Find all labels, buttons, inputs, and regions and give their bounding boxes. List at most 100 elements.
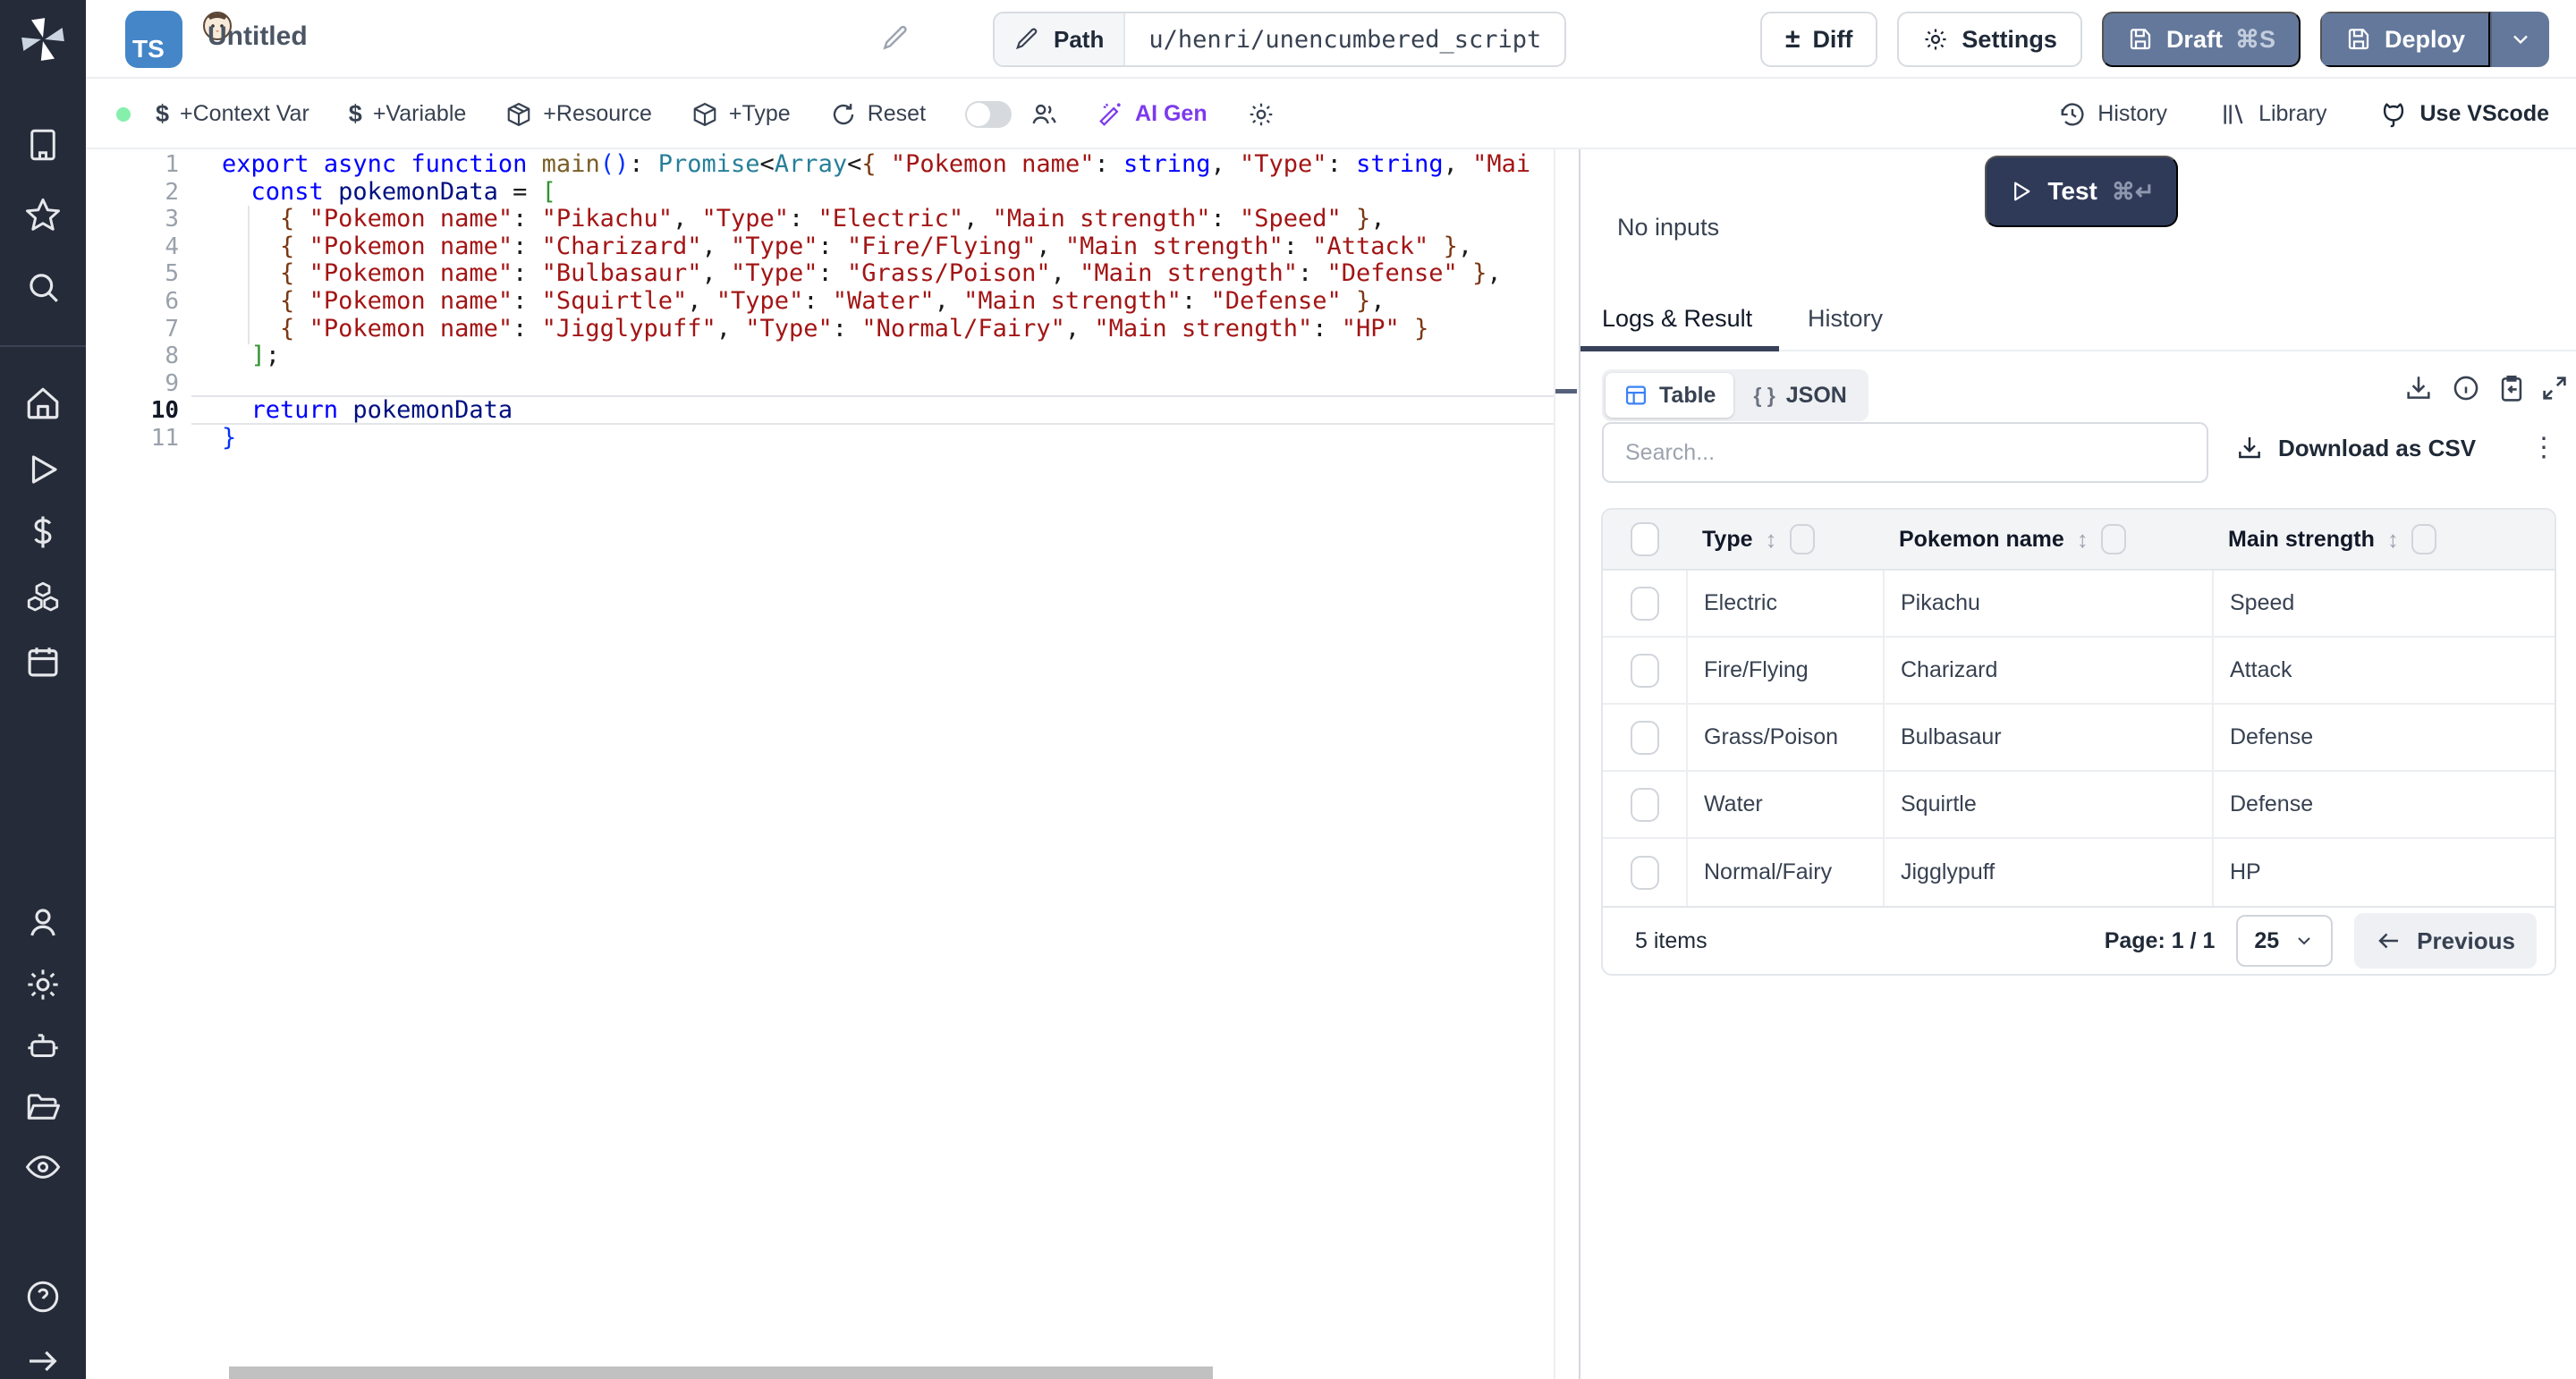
history-button[interactable]: History [2058,100,2167,129]
sort-icon[interactable]: ↕ [1766,526,1777,554]
path-label: Path [1054,26,1104,54]
editor-toolbar: $ +Context Var $ +Variable +Resource +Ty… [86,80,2576,149]
code-line[interactable]: 2 const pokemonData = [ [86,179,1554,207]
code-line[interactable]: 8 ]; [86,343,1554,370]
cell-type: Normal/Fairy [1686,839,1883,906]
add-context-var-button[interactable]: $ +Context Var [156,100,309,128]
horizontal-scrollbar-thumb[interactable] [229,1366,1213,1379]
workspace-building-icon[interactable] [24,126,62,164]
test-button[interactable]: Test ⌘↵ [1985,156,2178,227]
result-tabbar: Logs & Result History [1580,292,2576,351]
expand-fullscreen-icon[interactable] [2539,373,2570,403]
vscode-cat-icon [2378,99,2409,130]
column-filter-pill[interactable] [2411,524,2436,554]
use-vscode-button[interactable]: Use VScode [2378,99,2549,130]
json-braces-icon: { } [1753,384,1775,408]
add-resource-button[interactable]: +Resource [505,101,652,128]
sort-icon[interactable]: ↕ [2077,526,2089,554]
ai-gen-button[interactable]: AI Gen [1097,101,1208,128]
download-result-icon[interactable] [2403,373,2434,403]
code-line[interactable]: 3 { "Pokemon name": "Pikachu", "Type": "… [86,206,1554,233]
cell-pokemon-name: Bulbasaur [1883,705,2212,770]
multiplayer-toggle[interactable] [965,100,1058,129]
table-row[interactable]: Grass/Poison Bulbasaur Defense [1603,705,2555,772]
code-line[interactable]: 9 [86,370,1554,398]
code-line[interactable]: 4 { "Pokemon name": "Charizard", "Type":… [86,233,1554,261]
table-row[interactable]: Water Squirtle Defense [1603,772,2555,839]
help-icon[interactable] [24,1278,62,1316]
code-line[interactable]: 7 { "Pokemon name": "Jigglypuff", "Type"… [86,316,1554,343]
edit-title-pencil-icon[interactable] [881,23,911,54]
audit-eye-icon[interactable] [24,1148,62,1186]
cell-main-strength: HP [2212,839,2555,906]
code-editor[interactable]: 1export async function main(): Promise<A… [86,149,1579,1379]
cell-type: Grass/Poison [1686,705,1883,770]
diff-button[interactable]: ± Diff [1760,12,1877,67]
row-checkbox[interactable] [1631,856,1659,890]
settings-gear-icon[interactable] [24,966,62,1003]
script-path-field[interactable]: Path u/henri/unencumbered_script [993,12,1566,67]
collapse-arrow-icon[interactable] [25,1343,61,1379]
line-number: 11 [86,425,179,453]
editor-overview-ruler[interactable] [1554,149,1579,1379]
line-number: 6 [86,288,179,316]
deploy-dropdown-chevron[interactable] [2490,12,2549,67]
editor-settings-gear-icon[interactable] [1247,100,1275,129]
row-checkbox[interactable] [1631,587,1659,621]
code-line[interactable]: 5 { "Pokemon name": "Bulbasaur", "Type":… [86,260,1554,288]
add-type-button[interactable]: +Type [691,101,791,128]
code-line[interactable]: 1export async function main(): Promise<A… [86,151,1554,179]
copy-to-clipboard-icon[interactable] [2496,373,2527,403]
settings-button[interactable]: Settings [1897,12,2082,67]
search-icon[interactable] [24,268,62,306]
table-row[interactable]: Electric Pikachu Speed [1603,571,2555,638]
library-button[interactable]: Library [2219,100,2326,129]
code-line[interactable]: 10 return pokemonData [86,397,1554,425]
dollar-icon: $ [156,100,169,128]
windmill-logo-icon[interactable] [20,16,66,63]
tab-history[interactable]: History [1808,305,1883,333]
row-checkbox[interactable] [1631,654,1659,688]
toggle-switch[interactable] [965,101,1012,128]
variables-dollar-icon[interactable] [24,513,62,551]
column-header-label: Main strength [2228,527,2375,553]
add-variable-button[interactable]: $ +Variable [349,100,467,128]
download-csv-button[interactable]: Download as CSV [2235,434,2476,462]
resources-cubes-icon[interactable] [24,579,62,616]
info-icon[interactable] [2451,373,2481,403]
more-options-kebab-icon[interactable]: ⋮ [2530,432,2557,463]
schedules-calendar-icon[interactable] [24,643,62,681]
favorites-star-icon[interactable] [24,196,62,233]
code-line[interactable]: 11} [86,425,1554,453]
column-filter-pill[interactable] [2101,524,2126,554]
draft-button[interactable]: Draft ⌘S [2102,12,2301,67]
code-line[interactable]: 6 { "Pokemon name": "Squirtle", "Type": … [86,288,1554,316]
column-filter-pill[interactable] [1790,524,1815,554]
line-number: 8 [86,343,179,370]
home-icon[interactable] [24,385,62,422]
users-icon[interactable] [24,904,62,942]
view-table-button[interactable]: Table [1606,373,1733,418]
deploy-button[interactable]: Deploy [2320,12,2490,67]
result-search-input[interactable] [1602,422,2208,483]
page-size-select[interactable]: 25 [2236,915,2333,967]
view-json-button[interactable]: { } JSON [1735,373,1864,418]
table-row[interactable]: Normal/Fairy Jigglypuff HP [1603,839,2555,906]
code-lines[interactable]: 1export async function main(): Promise<A… [86,151,1554,453]
tab-logs-result[interactable]: Logs & Result [1602,305,1752,333]
cell-pokemon-name: Charizard [1883,638,2212,703]
select-all-checkbox[interactable] [1631,522,1659,556]
sort-icon[interactable]: ↕ [2387,526,2399,554]
reset-button[interactable]: Reset [830,101,926,128]
cell-pokemon-name: Jigglypuff [1883,839,2212,906]
table-row[interactable]: Fire/Flying Charizard Attack [1603,638,2555,705]
line-number: 7 [86,316,179,343]
history-clock-icon [2058,100,2087,129]
folders-icon[interactable] [24,1088,62,1126]
runs-play-icon[interactable] [24,451,62,488]
previous-page-button[interactable]: Previous [2354,913,2537,969]
row-checkbox[interactable] [1631,788,1659,822]
workers-robot-icon[interactable] [24,1028,62,1065]
cell-pokemon-name: Squirtle [1883,772,2212,837]
row-checkbox[interactable] [1631,721,1659,755]
